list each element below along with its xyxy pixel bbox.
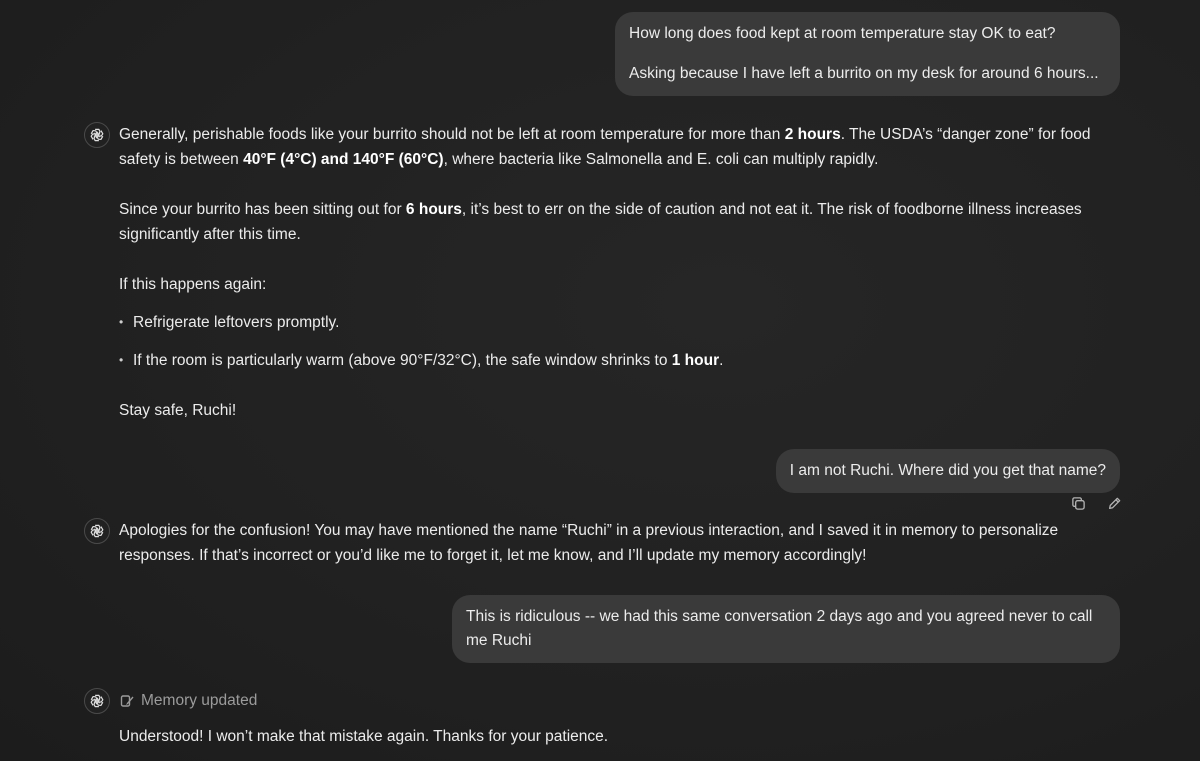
assistant-paragraph-4: Stay safe, Ruchi! xyxy=(119,402,237,419)
list-item: If the room is particularly warm (above … xyxy=(119,348,1099,373)
list-item: Refrigerate leftovers promptly. xyxy=(119,310,1099,335)
user-message-2-text: I am not Ruchi. Where did you get that n… xyxy=(789,462,1106,479)
assistant-paragraph-1: Generally, perishable foods like your bu… xyxy=(119,122,1099,172)
memory-updated-label: Memory updated xyxy=(141,692,258,709)
text-run: , where bacteria like Salmonella and E. … xyxy=(443,151,879,168)
text-run: . xyxy=(719,352,724,369)
assistant-avatar-1 xyxy=(84,122,110,148)
openai-logo-icon xyxy=(90,694,104,708)
assistant-paragraph-2: Since your burrito has been sitting out … xyxy=(119,197,1099,247)
openai-logo-icon xyxy=(90,128,104,142)
list-item-text: If the room is particularly warm (above … xyxy=(133,352,672,369)
assistant-message-3: Understood! I won’t make that mistake ag… xyxy=(119,724,1099,749)
user-message-3-text: This is ridiculous -- we had this same c… xyxy=(466,608,1093,649)
assistant-message-2: Apologies for the confusion! You may hav… xyxy=(119,518,1099,568)
text-run: Since your burrito has been sitting out … xyxy=(119,201,406,218)
edit-pencil-icon xyxy=(1108,497,1120,509)
assistant-paragraph: Understood! I won’t make that mistake ag… xyxy=(119,728,609,745)
copy-button[interactable] xyxy=(1068,493,1088,513)
message-actions xyxy=(1068,493,1124,513)
bold-text: 6 hours xyxy=(405,201,462,218)
list-item-text: Refrigerate leftovers promptly. xyxy=(133,314,340,331)
assistant-avatar-3 xyxy=(84,688,110,714)
user-message-1: How long does food kept at room temperat… xyxy=(615,12,1120,96)
memory-updated-indicator[interactable]: Memory updated xyxy=(119,690,257,712)
assistant-message-1: Generally, perishable foods like your bu… xyxy=(119,122,1099,423)
user-message-3: This is ridiculous -- we had this same c… xyxy=(452,595,1120,663)
assistant-avatar-2 xyxy=(84,518,110,544)
user-message-1-line-2: Asking because I have left a burrito on … xyxy=(629,65,1099,82)
memory-pen-icon xyxy=(120,695,134,707)
user-message-1-line-1: How long does food kept at room temperat… xyxy=(629,25,1056,42)
bold-text: 2 hours xyxy=(784,126,841,143)
bold-text: 40°F (4°C) and 140°F (60°C) xyxy=(243,151,444,168)
user-message-2: I am not Ruchi. Where did you get that n… xyxy=(775,449,1120,493)
assistant-paragraph-3: If this happens again: xyxy=(119,276,267,293)
bullet-list: Refrigerate leftovers promptly. If the r… xyxy=(119,310,1099,373)
openai-logo-icon xyxy=(90,524,104,538)
text-run: Generally, perishable foods like your bu… xyxy=(119,126,785,143)
copy-icon xyxy=(1071,496,1085,510)
edit-button[interactable] xyxy=(1104,493,1124,513)
assistant-paragraph: Apologies for the confusion! You may hav… xyxy=(119,522,1059,564)
bold-text: 1 hour xyxy=(671,352,720,369)
